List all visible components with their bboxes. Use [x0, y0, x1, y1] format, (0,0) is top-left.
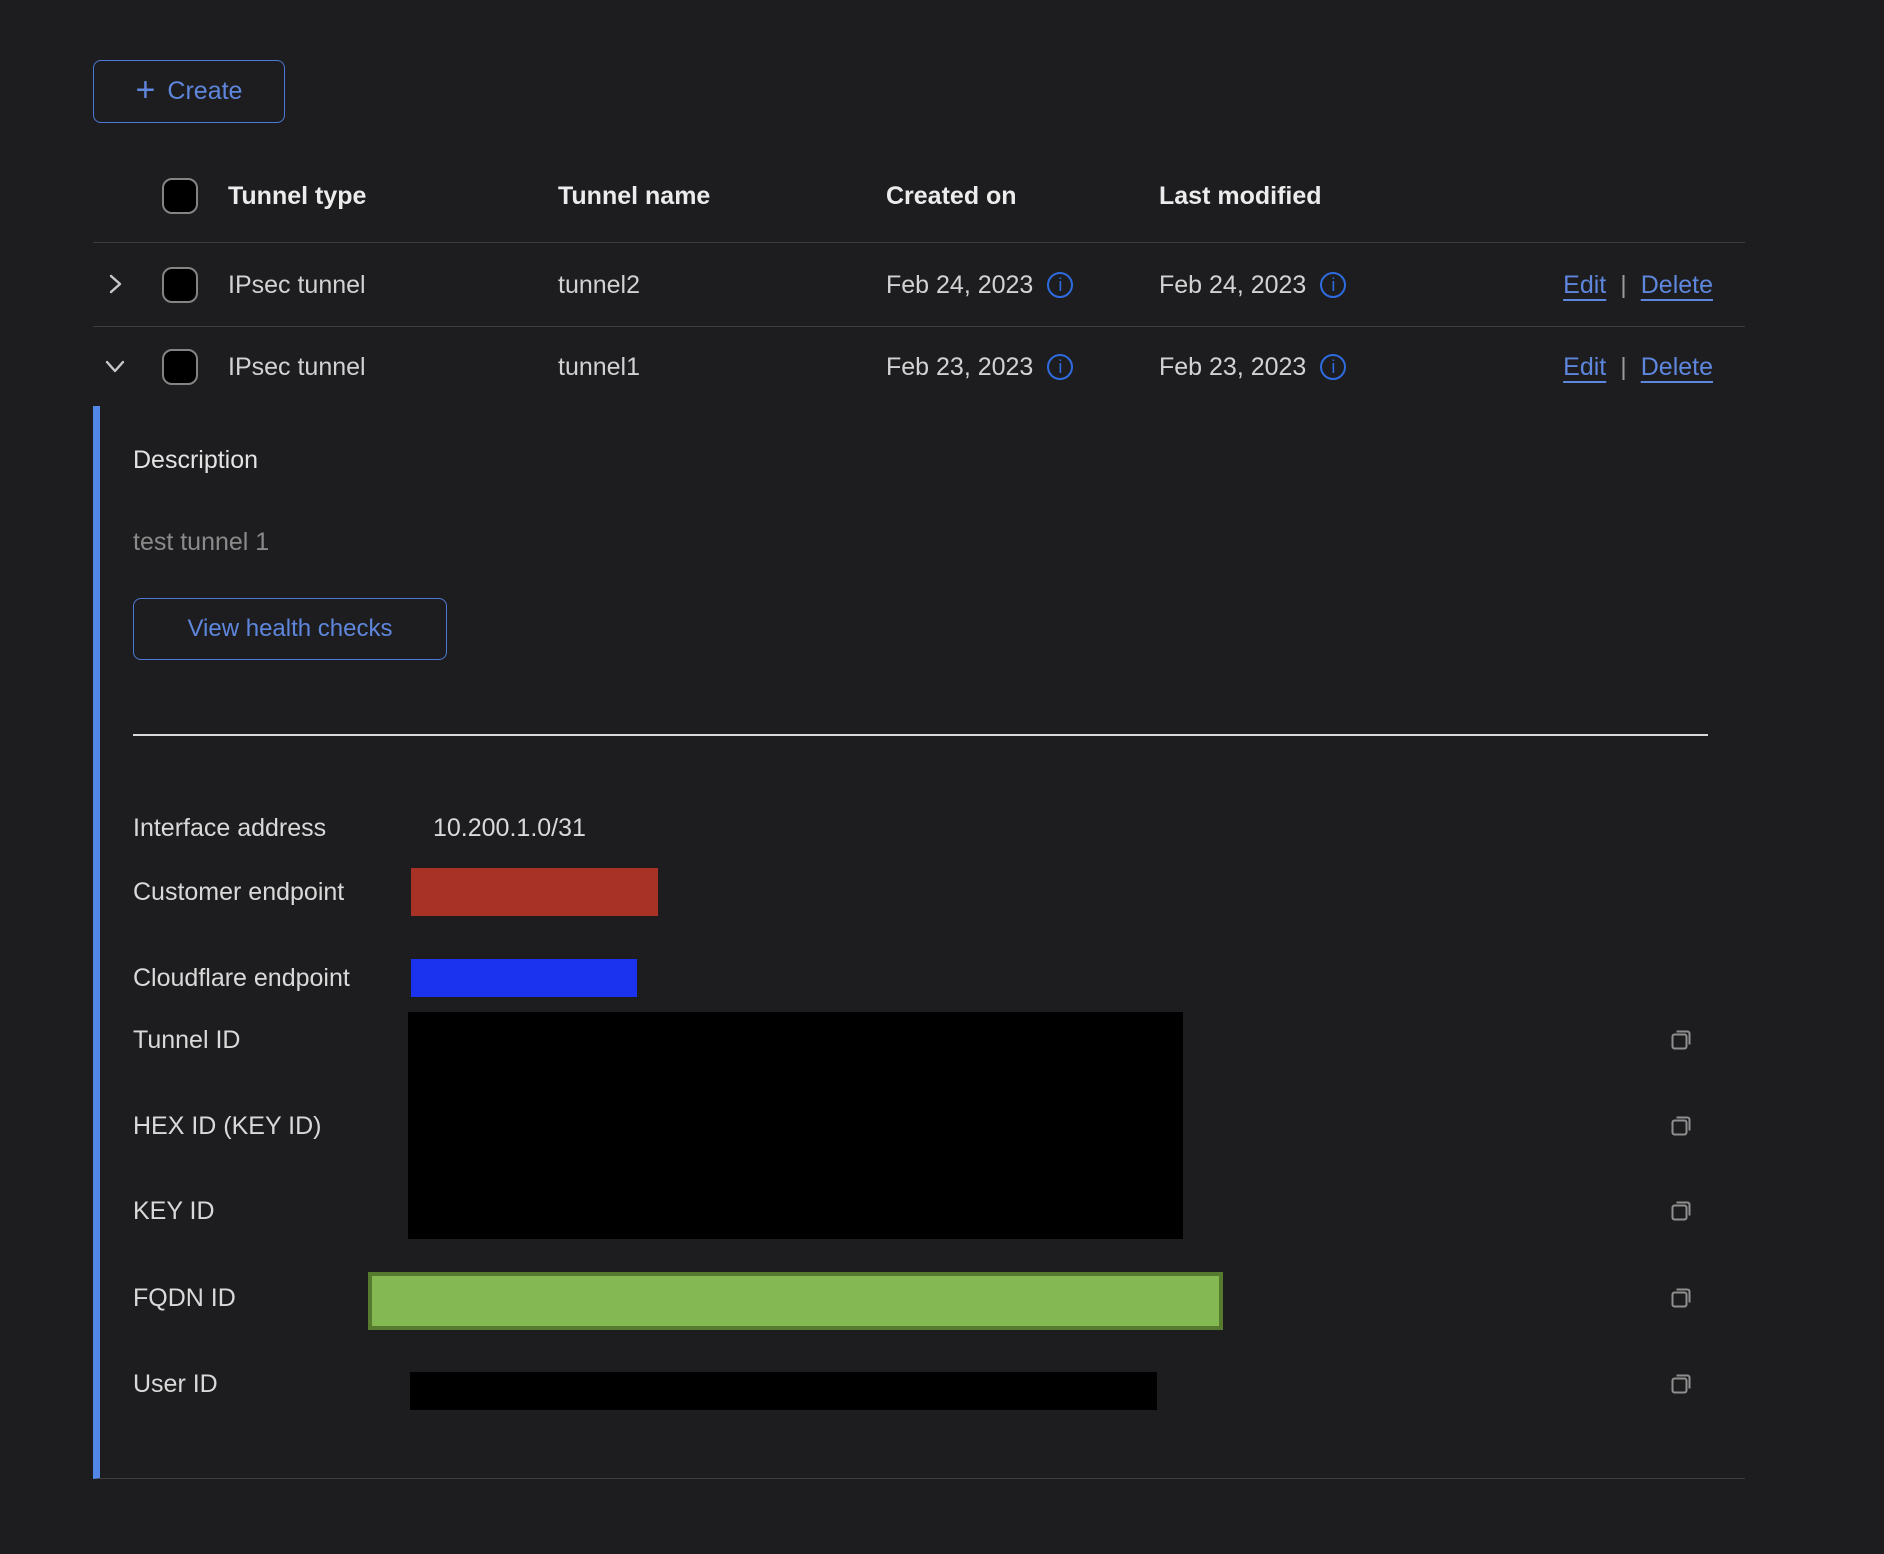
table-row: IPsec tunnel tunnel2 Feb 24, 2023 i Feb … [93, 244, 1745, 327]
row-created-date: Feb 23, 2023 [886, 353, 1033, 382]
copy-fqdn-id-button[interactable] [1668, 1284, 1695, 1311]
info-icon[interactable]: i [1047, 354, 1073, 380]
select-all-checkbox[interactable] [162, 178, 198, 214]
fqdn-id-label: FQDN ID [133, 1282, 236, 1314]
header-last-modified: Last modified [1159, 182, 1541, 211]
interface-address-label: Interface address [133, 812, 326, 844]
copy-icon [1668, 1370, 1695, 1397]
chevron-down-icon [103, 354, 127, 381]
row-checkbox[interactable] [162, 267, 198, 303]
copy-key-id-button[interactable] [1668, 1197, 1695, 1224]
create-button-label: Create [167, 77, 242, 106]
table-header: Tunnel type Tunnel name Created on Last … [93, 150, 1745, 243]
row-tunnel-type: IPsec tunnel [228, 353, 558, 382]
description-label: Description [133, 444, 258, 476]
view-health-checks-button[interactable]: View health checks [133, 598, 447, 660]
row-tunnel-name: tunnel1 [558, 353, 886, 382]
copy-hex-id-button[interactable] [1668, 1112, 1695, 1139]
header-created-on: Created on [886, 182, 1159, 211]
user-id-label: User ID [133, 1368, 218, 1400]
delete-link[interactable]: Delete [1641, 271, 1713, 300]
customer-endpoint-label: Customer endpoint [133, 876, 344, 908]
ids-redaction-block [408, 1012, 1183, 1239]
row-modified-date: Feb 24, 2023 [1159, 271, 1306, 300]
info-icon[interactable]: i [1047, 272, 1073, 298]
user-id-redaction [410, 1372, 1157, 1410]
copy-user-id-button[interactable] [1668, 1370, 1695, 1397]
row-tunnel-type: IPsec tunnel [228, 271, 558, 300]
copy-icon [1668, 1026, 1695, 1053]
description-value: test tunnel 1 [133, 526, 269, 558]
copy-icon [1668, 1197, 1695, 1224]
tunnels-page: { "colors": { "background": "#1d1d1f", "… [0, 0, 1884, 1554]
edit-link[interactable]: Edit [1563, 271, 1606, 300]
panel-divider [133, 734, 1708, 736]
chevron-right-icon [103, 272, 127, 299]
cloudflare-endpoint-redaction [411, 959, 637, 997]
interface-address-value: 10.200.1.0/31 [433, 812, 586, 844]
header-tunnel-type: Tunnel type [228, 182, 558, 211]
hex-id-label: HEX ID (KEY ID) [133, 1110, 321, 1142]
delete-link[interactable]: Delete [1641, 353, 1713, 382]
row-created-date: Feb 24, 2023 [886, 271, 1033, 300]
customer-endpoint-redaction [411, 868, 658, 916]
tunnel-id-label: Tunnel ID [133, 1024, 240, 1056]
fqdn-id-redaction [368, 1272, 1223, 1330]
row-checkbox[interactable] [162, 349, 198, 385]
plus-icon: + [136, 73, 156, 107]
actions-separator: | [1620, 271, 1627, 300]
info-icon[interactable]: i [1320, 354, 1346, 380]
row-modified-date: Feb 23, 2023 [1159, 353, 1306, 382]
actions-separator: | [1620, 353, 1627, 382]
header-tunnel-name: Tunnel name [558, 182, 886, 211]
key-id-label: KEY ID [133, 1195, 215, 1227]
cloudflare-endpoint-label: Cloudflare endpoint [133, 962, 350, 994]
table-row: IPsec tunnel tunnel1 Feb 23, 2023 i Feb … [93, 328, 1745, 406]
expand-row-button[interactable] [103, 272, 127, 299]
copy-tunnel-id-button[interactable] [1668, 1026, 1695, 1053]
copy-icon [1668, 1284, 1695, 1311]
tunnel-detail-panel: Description test tunnel 1 View health ch… [93, 406, 1745, 1479]
info-icon[interactable]: i [1320, 272, 1346, 298]
collapse-row-button[interactable] [103, 354, 127, 381]
copy-icon [1668, 1112, 1695, 1139]
row-tunnel-name: tunnel2 [558, 271, 886, 300]
edit-link[interactable]: Edit [1563, 353, 1606, 382]
create-button[interactable]: + Create [93, 60, 285, 123]
